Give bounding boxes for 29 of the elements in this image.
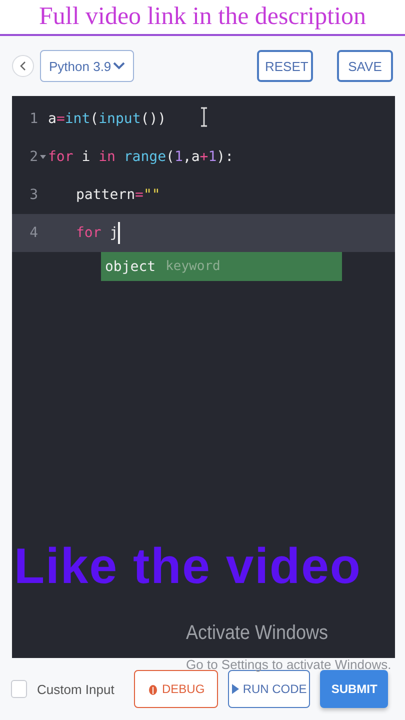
submit-button[interactable]: SUBMIT: [320, 670, 388, 708]
code-line: for i in range(1,a+1):: [48, 149, 234, 165]
banner-text: Full video link in the description: [38, 3, 366, 31]
bug-icon: [148, 683, 158, 695]
language-select[interactable]: Python 3.9: [40, 50, 134, 82]
text-caret: [118, 222, 120, 244]
custom-input-label: Custom Input: [37, 682, 114, 696]
custom-input-checkbox[interactable]: [11, 680, 27, 698]
line-number: 3: [28, 187, 38, 203]
fold-arrow-icon[interactable]: [40, 155, 46, 159]
line-number: 2: [28, 149, 38, 165]
code-editor[interactable]: 1 a=int(input()) 2 for i in range(1,a+1): 3 pattern="" 4 for j object keyword Like the video Activate Windows: [12, 96, 395, 658]
line-number: 4: [28, 225, 38, 241]
code-line: for j: [76, 225, 118, 241]
play-icon: [232, 684, 239, 694]
debug-button[interactable]: DEBUG: [134, 670, 218, 708]
line-number: 1: [28, 111, 38, 127]
text-cursor-icon: [200, 107, 208, 127]
activation-watermark-title: Activate Windows: [186, 622, 328, 645]
chevron-left-icon: [20, 61, 26, 71]
save-button[interactable]: SAVE: [337, 50, 393, 82]
reset-button[interactable]: RESET: [257, 50, 313, 82]
code-line: pattern="": [76, 187, 160, 203]
back-button[interactable]: [12, 55, 34, 77]
autocomplete-suggestion[interactable]: object keyword: [101, 252, 342, 281]
chevron-down-icon: [113, 62, 125, 70]
code-line: a=int(input()): [48, 111, 166, 127]
overlay-caption: Like the video: [14, 541, 362, 591]
activation-watermark-hint: Go to Settings to activate Windows.: [186, 657, 392, 672]
